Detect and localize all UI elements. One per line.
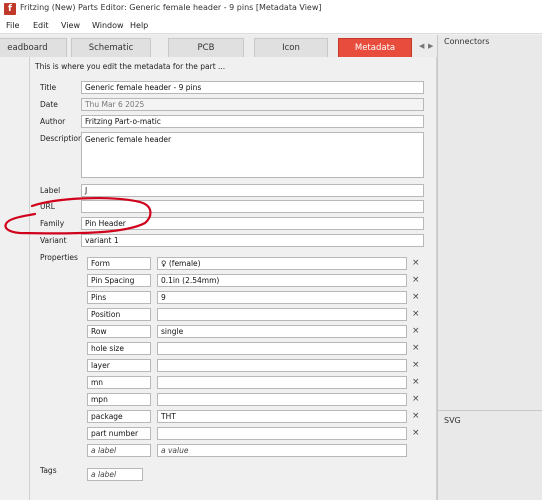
family-label: Family: [40, 219, 65, 228]
tags-label: Tags: [40, 466, 57, 475]
metadata-panel: This is where you edit the metadata for …: [29, 57, 437, 500]
property-value-field[interactable]: 0.1in (2.54mm): [157, 274, 407, 287]
remove-property-icon[interactable]: ×: [412, 360, 420, 370]
variant-field[interactable]: variant 1: [81, 234, 424, 247]
connectors-dock-title: Connectors: [444, 37, 490, 46]
property-value-field[interactable]: [157, 308, 407, 321]
menu-file[interactable]: File: [6, 21, 19, 30]
date-label: Date: [40, 100, 58, 109]
remove-property-icon[interactable]: ×: [412, 428, 420, 438]
property-value-field[interactable]: 9: [157, 291, 407, 304]
property-name-field[interactable]: package: [87, 410, 151, 423]
remove-property-icon[interactable]: ×: [412, 326, 420, 336]
svg-dock-title: SVG: [444, 416, 461, 425]
tab-pcb[interactable]: PCB: [168, 38, 244, 57]
label-field[interactable]: J: [81, 184, 424, 197]
title-field[interactable]: Generic female header - 9 pins: [81, 81, 424, 94]
tags-field[interactable]: a label: [87, 468, 143, 481]
property-name-field[interactable]: part number: [87, 427, 151, 440]
remove-property-icon[interactable]: ×: [412, 292, 420, 302]
property-name-field[interactable]: Row: [87, 325, 151, 338]
remove-property-icon[interactable]: ×: [412, 394, 420, 404]
remove-property-icon[interactable]: ×: [412, 258, 420, 268]
description-field[interactable]: Generic female header: [81, 132, 424, 178]
remove-property-icon[interactable]: ×: [412, 377, 420, 387]
title-bar: f Fritzing (New) Parts Editor: Generic f…: [0, 0, 542, 17]
author-field[interactable]: Fritzing Part-o-matic: [81, 115, 424, 128]
fritzing-app-icon: f: [4, 3, 16, 15]
new-property-value-field[interactable]: a value: [157, 444, 407, 457]
label-label: Label: [40, 186, 61, 195]
property-name-field[interactable]: Pins: [87, 291, 151, 304]
property-name-field[interactable]: Position: [87, 308, 151, 321]
svg-dock: SVG: [437, 410, 542, 500]
description-label: Description: [40, 134, 83, 143]
menu-help[interactable]: Help: [130, 21, 148, 30]
property-value-field[interactable]: single: [157, 325, 407, 338]
property-value-field[interactable]: ♀ (female): [157, 257, 407, 270]
property-name-field[interactable]: Pin Spacing: [87, 274, 151, 287]
remove-property-icon[interactable]: ×: [412, 343, 420, 353]
menu-bar: File Edit View Window Help: [0, 17, 542, 34]
property-value-field[interactable]: [157, 376, 407, 389]
date-field: Thu Mar 6 2025: [81, 98, 424, 111]
intro-text: This is where you edit the metadata for …: [35, 62, 226, 71]
connectors-dock: Connectors: [437, 35, 542, 410]
property-name-field[interactable]: layer: [87, 359, 151, 372]
property-value-field[interactable]: [157, 342, 407, 355]
properties-label: Properties: [40, 253, 78, 262]
menu-view[interactable]: View: [61, 21, 80, 30]
new-property-name-field[interactable]: a label: [87, 444, 151, 457]
tab-scroll-left-icon[interactable]: ◀: [419, 42, 424, 50]
menu-edit[interactable]: Edit: [33, 21, 49, 30]
property-name-field[interactable]: mpn: [87, 393, 151, 406]
property-name-field[interactable]: Form: [87, 257, 151, 270]
view-tab-strip: eadboard Schematic PCB Icon Metadata ◀ ▶: [0, 35, 438, 57]
family-field[interactable]: Pin Header: [81, 217, 424, 230]
author-label: Author: [40, 117, 66, 126]
property-name-field[interactable]: mn: [87, 376, 151, 389]
property-value-field[interactable]: [157, 359, 407, 372]
url-field[interactable]: [81, 200, 424, 213]
remove-property-icon[interactable]: ×: [412, 275, 420, 285]
remove-property-icon[interactable]: ×: [412, 411, 420, 421]
menu-window[interactable]: Window: [92, 21, 124, 30]
property-value-field[interactable]: [157, 427, 407, 440]
tab-icon[interactable]: Icon: [254, 38, 328, 57]
property-value-field[interactable]: [157, 393, 407, 406]
remove-property-icon[interactable]: ×: [412, 309, 420, 319]
property-value-field[interactable]: THT: [157, 410, 407, 423]
url-label: URL: [40, 202, 55, 211]
title-label: Title: [40, 83, 57, 92]
tab-breadboard[interactable]: eadboard: [0, 38, 67, 57]
tab-schematic[interactable]: Schematic: [71, 38, 151, 57]
window-title: Fritzing (New) Parts Editor: Generic fem…: [20, 3, 322, 12]
property-name-field[interactable]: hole size: [87, 342, 151, 355]
tab-metadata[interactable]: Metadata: [338, 38, 412, 57]
tab-scroll-right-icon[interactable]: ▶: [428, 42, 433, 50]
variant-label: Variant: [40, 236, 67, 245]
